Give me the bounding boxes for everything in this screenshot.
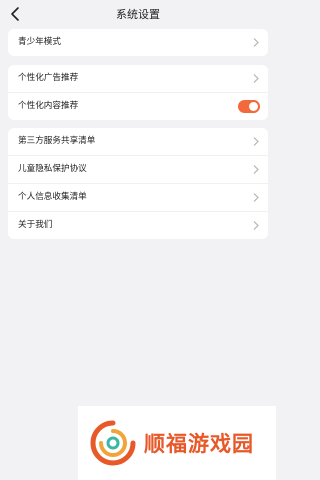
toggle-knob [249, 102, 258, 111]
about-us-label: 关于我们 [18, 220, 53, 230]
settings-group-youth: 青少年模式 [8, 29, 268, 56]
personalized-ads-item[interactable]: 个性化广告推荐 [8, 65, 268, 92]
child-privacy-label: 儿童隐私保护协议 [18, 164, 87, 174]
personalized-content-label: 个性化内容推荐 [18, 101, 79, 111]
chevron-right-icon [253, 74, 259, 83]
about-us-item[interactable]: 关于我们 [8, 211, 268, 239]
chevron-right-icon [253, 221, 259, 230]
personalized-ads-label: 个性化广告推荐 [18, 73, 79, 83]
youth-mode-label: 青少年模式 [18, 37, 61, 47]
watermark: 顺福游戏园 [78, 406, 276, 480]
watermark-text: 顺福游戏园 [144, 432, 254, 456]
watermark-logo-icon [90, 420, 136, 466]
page-title: 系统设置 [116, 8, 160, 21]
chevron-right-icon [253, 193, 259, 202]
child-privacy-item[interactable]: 儿童隐私保护协议 [8, 155, 268, 183]
settings-group-legal: 第三方服务共享清单 儿童隐私保护协议 个人信息收集清单 关于我们 [8, 128, 268, 239]
navigation-bar: 系统设置 [0, 0, 276, 28]
chevron-right-icon [253, 38, 259, 47]
chevron-right-icon [253, 165, 259, 174]
personal-info-list-item[interactable]: 个人信息收集清单 [8, 183, 268, 211]
third-party-sharing-item[interactable]: 第三方服务共享清单 [8, 128, 268, 155]
third-party-sharing-label: 第三方服务共享清单 [18, 136, 96, 146]
personalized-content-item: 个性化内容推荐 [8, 92, 268, 120]
chevron-right-icon [253, 137, 259, 146]
personal-info-list-label: 个人信息收集清单 [18, 192, 87, 202]
personalized-content-toggle[interactable] [238, 100, 260, 113]
settings-group-personalization: 个性化广告推荐 个性化内容推荐 [8, 65, 268, 120]
youth-mode-item[interactable]: 青少年模式 [8, 29, 268, 56]
